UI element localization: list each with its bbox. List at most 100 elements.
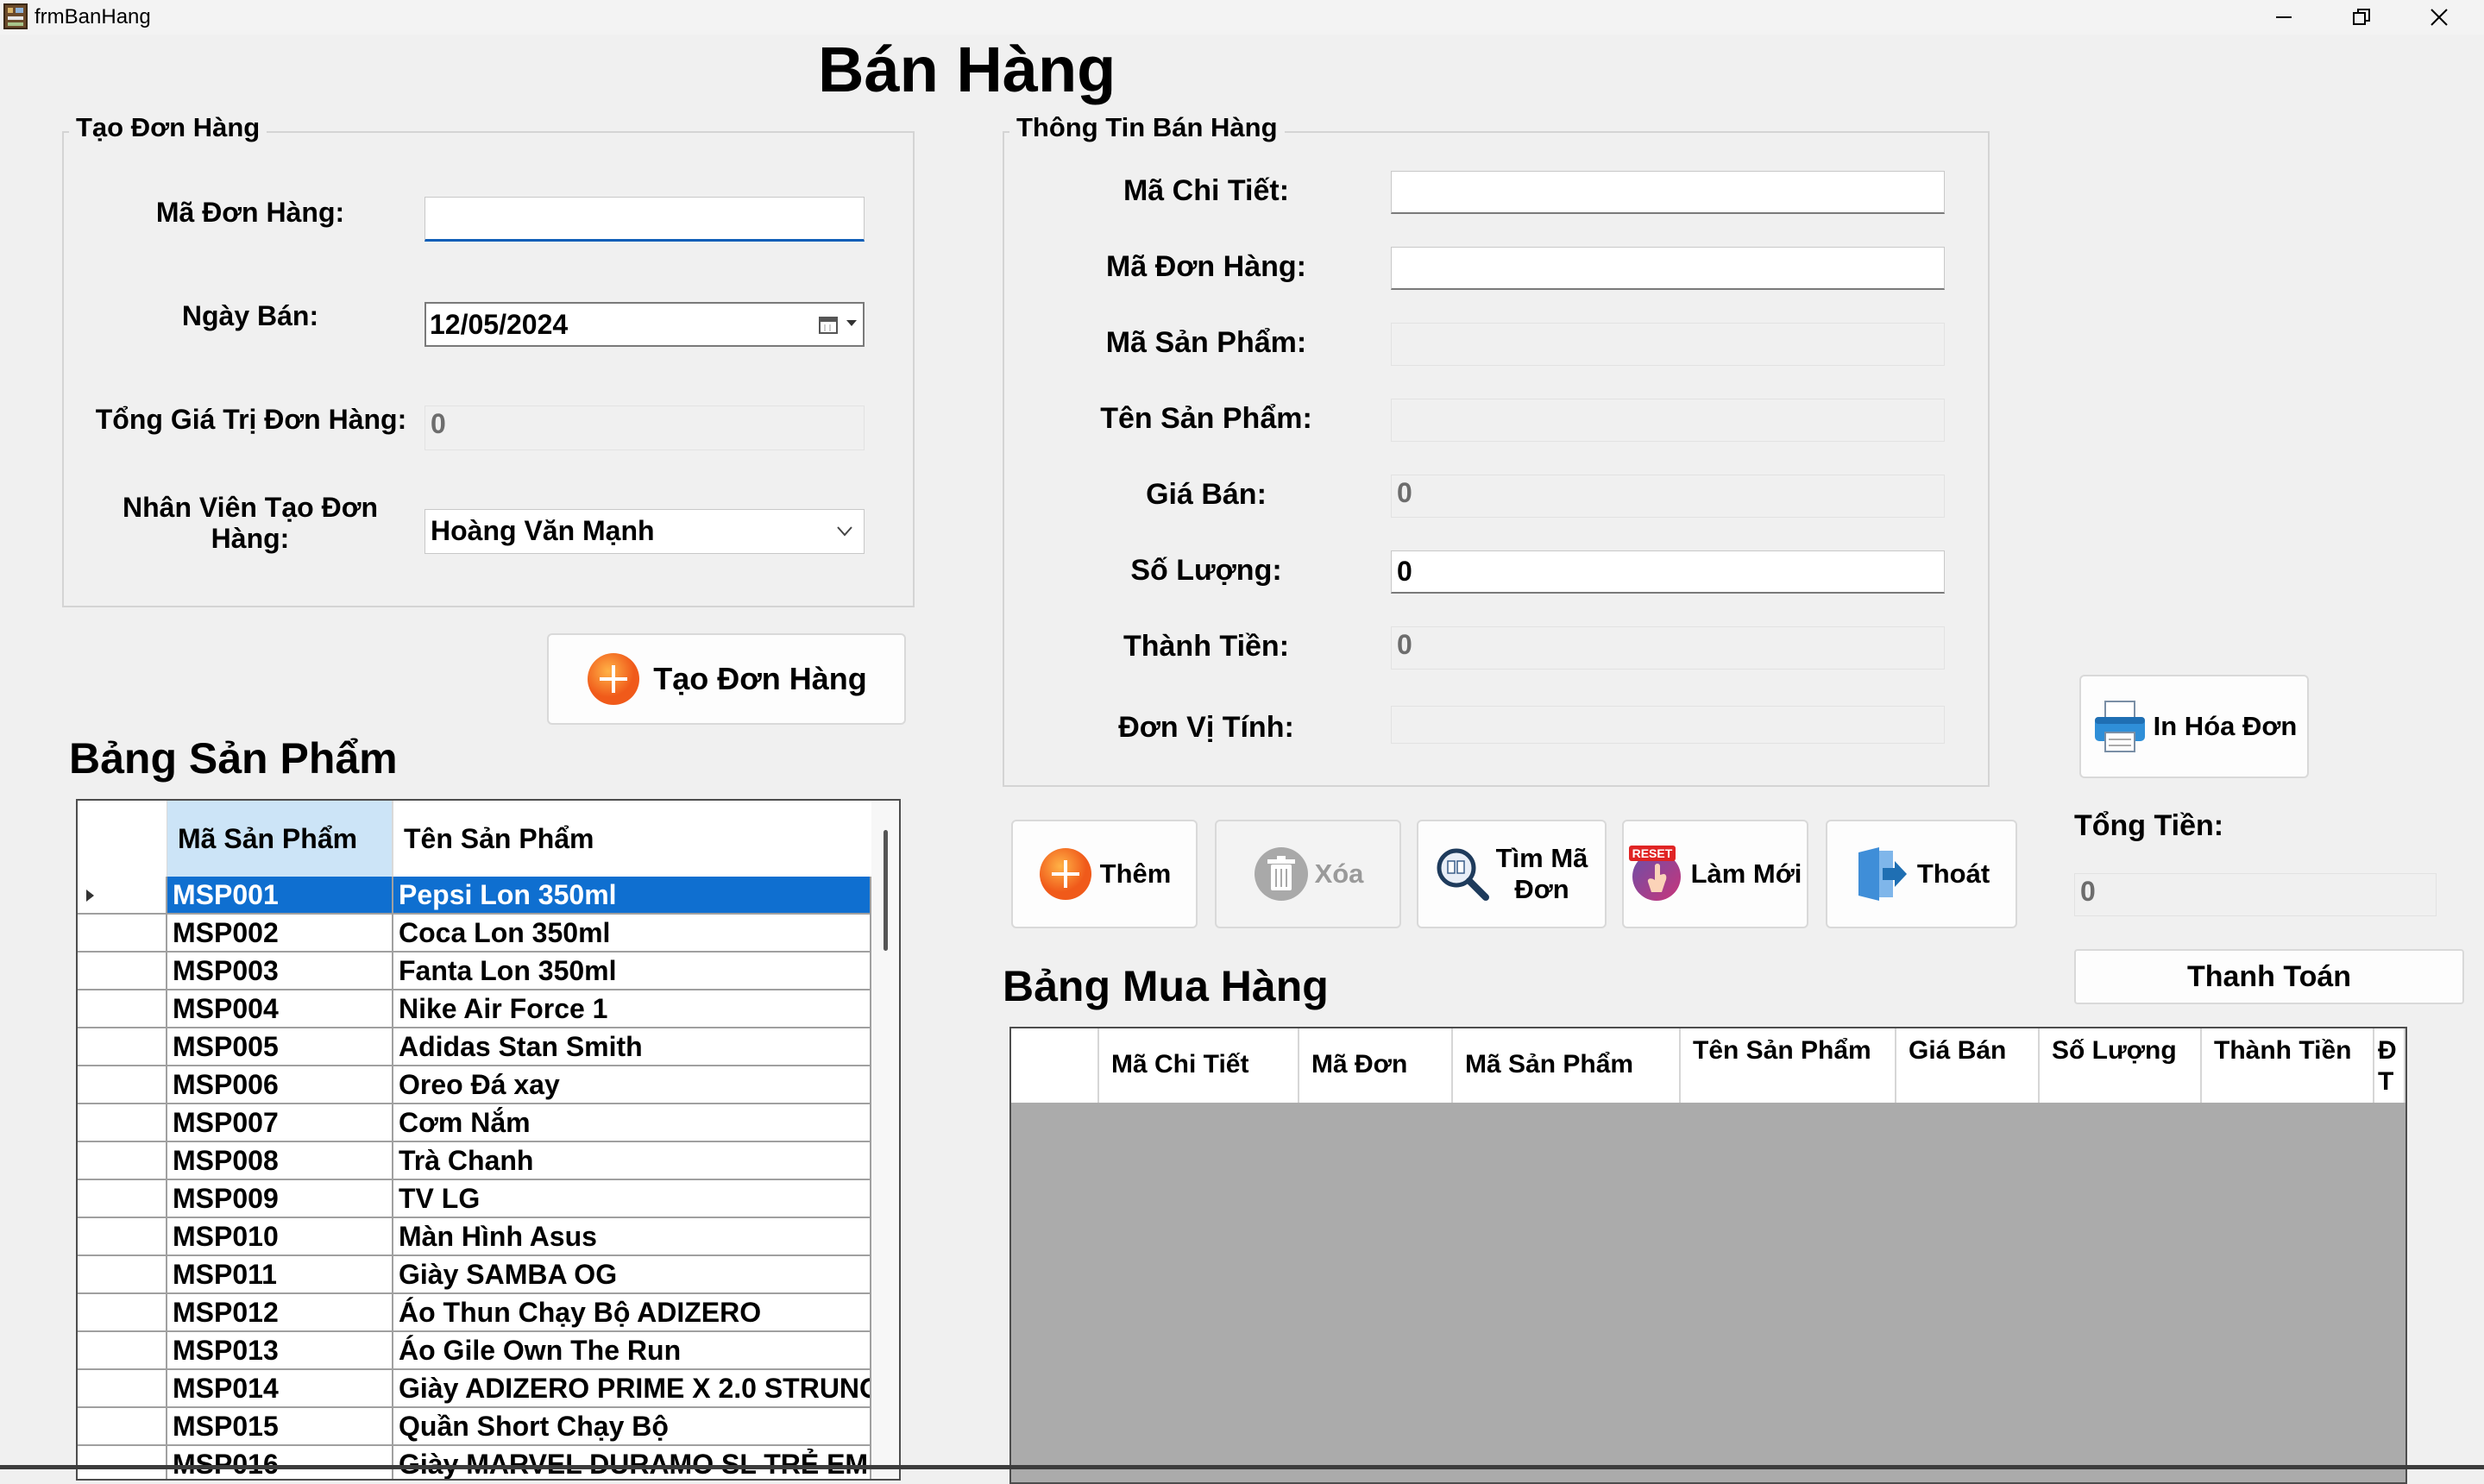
row-header[interactable] [78, 1256, 167, 1294]
product-id-cell[interactable]: MSP007 [167, 1104, 393, 1142]
table-row[interactable]: MSP012 Áo Thun Chạy Bộ ADIZERO [78, 1294, 871, 1332]
row-header[interactable] [78, 1066, 167, 1104]
product-name-cell[interactable]: Giày SAMBA OG [393, 1256, 871, 1294]
delete-button[interactable]: Xóa [1215, 820, 1401, 928]
table-row[interactable]: MSP016 Giày MARVEL DURAMO SL TRẺ EM [78, 1446, 871, 1479]
row-header[interactable] [78, 1408, 167, 1446]
row-header[interactable] [78, 1180, 167, 1218]
product-name-cell[interactable]: Giày ADIZERO PRIME X 2.0 STRUNG [393, 1370, 871, 1408]
table-row[interactable]: MSP006 Oreo Đá xay [78, 1066, 871, 1104]
exit-button[interactable]: Thoát [1826, 820, 2017, 928]
table-row[interactable]: MSP011 Giày SAMBA OG [78, 1256, 871, 1294]
price-field: 0 [1391, 475, 1945, 518]
row-header[interactable] [78, 990, 167, 1028]
sale-date-picker[interactable]: 12/05/2024 [424, 302, 865, 347]
add-button[interactable]: Thêm [1011, 820, 1198, 928]
row-header[interactable] [78, 953, 167, 990]
product-name-cell[interactable]: TV LG [393, 1180, 871, 1218]
quantity-input[interactable] [1391, 550, 1945, 594]
row-header[interactable] [78, 1104, 167, 1142]
product-id-cell[interactable]: MSP002 [167, 915, 393, 953]
order-id-input[interactable] [424, 197, 865, 242]
purchases-column-header[interactable]: Mã Chi Tiết [1099, 1028, 1299, 1103]
table-row[interactable]: MSP014 Giày ADIZERO PRIME X 2.0 STRUNG [78, 1370, 871, 1408]
purchases-table[interactable]: Mã Chi Tiết Mã Đơn Mã Sản Phẩm Tên Sản P… [1009, 1027, 2407, 1484]
products-column-header[interactable]: Tên Sản Phẩm [393, 801, 871, 877]
product-name-cell[interactable]: Áo Gile Own The Run [393, 1332, 871, 1370]
products-scrollbar-thumb[interactable] [884, 830, 888, 951]
table-row[interactable]: MSP001 Pepsi Lon 350ml [78, 877, 871, 915]
purchases-column-header[interactable]: Số Lượng [2040, 1028, 2202, 1103]
table-row[interactable]: MSP010 Màn Hình Asus [78, 1218, 871, 1256]
row-header[interactable] [78, 1294, 167, 1332]
product-id-cell[interactable]: MSP003 [167, 953, 393, 990]
product-name-cell[interactable]: Fanta Lon 350ml [393, 953, 871, 990]
product-name-cell[interactable]: Coca Lon 350ml [393, 915, 871, 953]
product-name-cell[interactable]: Màn Hình Asus [393, 1218, 871, 1256]
products-scrollbar[interactable] [871, 801, 899, 1479]
product-name-cell[interactable]: Cơm Nắm [393, 1104, 871, 1142]
row-header[interactable] [78, 1218, 167, 1256]
product-name-cell[interactable]: Adidas Stan Smith [393, 1028, 871, 1066]
product-id-cell[interactable]: MSP004 [167, 990, 393, 1028]
table-row[interactable]: MSP009 TV LG [78, 1180, 871, 1218]
employee-select[interactable]: Hoàng Văn Mạnh [424, 509, 865, 554]
table-row[interactable]: MSP003 Fanta Lon 350ml [78, 953, 871, 990]
row-header[interactable] [78, 915, 167, 953]
table-row[interactable]: MSP015 Quần Short Chạy Bộ [78, 1408, 871, 1446]
table-row[interactable]: MSP004 Nike Air Force 1 [78, 990, 871, 1028]
product-name-cell[interactable]: Oreo Đá xay [393, 1066, 871, 1104]
product-id-cell[interactable]: MSP009 [167, 1180, 393, 1218]
table-row[interactable]: MSP002 Coca Lon 350ml [78, 915, 871, 953]
product-id-cell[interactable]: MSP013 [167, 1332, 393, 1370]
row-header[interactable] [78, 1446, 167, 1479]
product-id-cell[interactable]: MSP006 [167, 1066, 393, 1104]
row-header[interactable] [78, 1028, 167, 1066]
product-name-cell[interactable]: Quần Short Chạy Bộ [393, 1408, 871, 1446]
row-header[interactable] [78, 1332, 167, 1370]
row-header[interactable] [78, 877, 167, 915]
purchases-column-header[interactable]: Giá Bán [1896, 1028, 2040, 1103]
product-id-cell[interactable]: MSP010 [167, 1218, 393, 1256]
pay-button[interactable]: Thanh Toán [2074, 949, 2464, 1004]
minimize-button[interactable] [2245, 0, 2323, 35]
product-name-cell[interactable]: Trà Chanh [393, 1142, 871, 1180]
product-id-cell[interactable]: MSP011 [167, 1256, 393, 1294]
table-row[interactable]: MSP007 Cơm Nắm [78, 1104, 871, 1142]
row-header[interactable] [78, 1370, 167, 1408]
create-order-button[interactable]: Tạo Đơn Hàng [547, 633, 906, 725]
sale-order-id-input[interactable] [1391, 247, 1945, 290]
restore-button[interactable] [2323, 0, 2400, 35]
products-column-header[interactable]: Mã Sản Phẩm [167, 801, 393, 877]
refresh-button[interactable]: RESET Làm Mới [1622, 820, 1808, 928]
row-header[interactable] [78, 1142, 167, 1180]
table-row[interactable]: MSP008 Trà Chanh [78, 1142, 871, 1180]
product-id-cell[interactable]: MSP015 [167, 1408, 393, 1446]
window-title: frmBanHang [35, 5, 151, 28]
purchases-column-header[interactable]: Thành Tiền [2202, 1028, 2374, 1103]
product-id-cell[interactable]: MSP014 [167, 1370, 393, 1408]
find-order-button[interactable]: Tìm Mã Đơn [1417, 820, 1607, 928]
product-id-cell[interactable]: MSP012 [167, 1294, 393, 1332]
product-name-cell[interactable]: Giày MARVEL DURAMO SL TRẺ EM [393, 1446, 871, 1479]
print-invoice-button[interactable]: In Hóa Đơn [2079, 675, 2309, 778]
detail-id-input[interactable] [1391, 171, 1945, 214]
restore-icon [2353, 9, 2370, 25]
product-name-cell[interactable]: Pepsi Lon 350ml [393, 877, 871, 915]
close-button[interactable] [2400, 0, 2478, 35]
product-id-cell[interactable]: MSP016 [167, 1446, 393, 1479]
product-name-cell[interactable]: Áo Thun Chạy Bộ ADIZERO [393, 1294, 871, 1332]
product-id-cell[interactable]: MSP008 [167, 1142, 393, 1180]
products-table[interactable]: Mã Sản Phẩm Tên Sản Phẩm MSP001 Pepsi Lon… [76, 799, 901, 1481]
sale-order-id-label: Mã Đơn Hàng: [1106, 250, 1306, 283]
purchases-column-header[interactable]: Đ T [2374, 1028, 2405, 1103]
table-row[interactable]: MSP013 Áo Gile Own The Run [78, 1332, 871, 1370]
product-name-cell[interactable]: Nike Air Force 1 [393, 990, 871, 1028]
current-row-arrow-icon [86, 890, 94, 902]
purchases-column-header[interactable]: Tên Sản Phẩm [1681, 1028, 1896, 1103]
purchases-column-header[interactable]: Mã Sản Phẩm [1453, 1028, 1681, 1103]
purchases-column-header[interactable]: Mã Đơn [1299, 1028, 1453, 1103]
product-id-cell[interactable]: MSP001 [167, 877, 393, 915]
table-row[interactable]: MSP005 Adidas Stan Smith [78, 1028, 871, 1066]
product-id-cell[interactable]: MSP005 [167, 1028, 393, 1066]
